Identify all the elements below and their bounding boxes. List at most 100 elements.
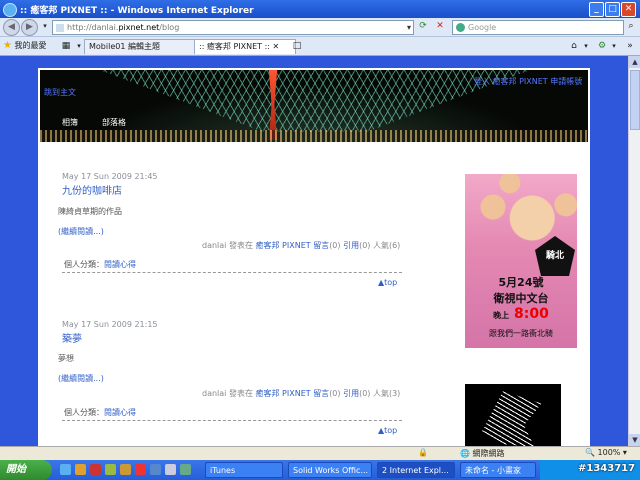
tools-dropdown-icon[interactable]: ▾ bbox=[608, 40, 620, 52]
quicklaunch-media-icon[interactable] bbox=[105, 464, 116, 475]
task-solidworks[interactable]: Solid Works Offic... bbox=[288, 462, 372, 478]
read-more-link[interactable]: (繼續閱讀...) bbox=[58, 226, 104, 237]
comments-count: (0) bbox=[329, 389, 341, 398]
meta-author: danlai 發表在 bbox=[202, 389, 253, 398]
url-domain: pixnet.net bbox=[118, 23, 160, 32]
post-excerpt: 夢想 bbox=[58, 354, 74, 363]
back-to-top-link[interactable]: ▲top bbox=[378, 278, 397, 287]
banner-lattice-graphic bbox=[100, 70, 530, 132]
url-path: /blog bbox=[159, 23, 180, 32]
search-input[interactable]: Google bbox=[452, 20, 624, 35]
banner-city-lights bbox=[40, 130, 588, 142]
ad-time-prefix: 晚上 bbox=[493, 311, 510, 320]
quick-tabs-icon[interactable]: ▦ bbox=[60, 40, 72, 52]
zone-indicator: 🌐 網際網路 bbox=[460, 449, 505, 458]
meta-author: danlai 發表在 bbox=[202, 241, 253, 250]
zoom-control[interactable]: 🔍 100% ▾ bbox=[585, 448, 627, 457]
task-paint[interactable]: 未命名 - 小畫家 bbox=[460, 462, 536, 478]
taskbar: 開始 iTunes Solid Works Offic... 2 Interne… bbox=[0, 460, 640, 480]
toolbar-more-icon[interactable]: » bbox=[624, 40, 636, 52]
tab-pixnet[interactable]: :: 癒客邦 PIXNET :: ✕ bbox=[194, 39, 296, 54]
tab-label: :: 癒客邦 PIXNET :: bbox=[199, 42, 270, 51]
start-button[interactable]: 開始 bbox=[0, 460, 52, 480]
divider bbox=[62, 272, 402, 273]
quicklaunch-desktop-icon[interactable] bbox=[165, 464, 176, 475]
quicklaunch-more-icon[interactable] bbox=[180, 464, 191, 475]
nav-blog[interactable]: 部落格 bbox=[102, 117, 126, 128]
post-excerpt: 陳綺貞草期的作品 bbox=[58, 207, 122, 216]
zoom-level: 100% bbox=[597, 448, 621, 457]
login-signup-links[interactable]: 登入 癒客邦 PIXNET 申請帳號 bbox=[474, 76, 582, 87]
history-dropdown-icon[interactable]: ▾ bbox=[38, 20, 52, 33]
quicklaunch-app-icon[interactable] bbox=[90, 464, 101, 475]
ad-channel: 衛視中文台 bbox=[493, 292, 549, 305]
favorites-label: 我的最愛 bbox=[14, 41, 47, 50]
page-viewport: 跳到主文 登入 癒客邦 PIXNET 申請帳號 相簿 部落格 May 17 Su… bbox=[0, 56, 628, 446]
task-itunes[interactable]: iTunes bbox=[205, 462, 283, 478]
quicklaunch-ie-icon[interactable] bbox=[60, 464, 71, 475]
meta-site-link[interactable]: 癒客邦 PIXNET bbox=[256, 389, 311, 398]
trackback-link[interactable]: 引用 bbox=[343, 241, 359, 250]
tab-bar: ★ 我的最愛 ▦ ▾ Mobile01 編輯主題 :: 癒客邦 PIXNET :… bbox=[0, 37, 640, 56]
ad-time: 晚上 8:00 bbox=[465, 306, 577, 322]
ad-date: 5月24號 bbox=[498, 276, 544, 289]
stop-icon[interactable]: ✕ bbox=[433, 20, 447, 33]
category-link[interactable]: 閱讀心得 bbox=[104, 408, 136, 417]
minimize-button[interactable]: _ bbox=[589, 2, 604, 17]
comments-count: (0) bbox=[329, 241, 341, 250]
close-button[interactable]: ✕ bbox=[621, 2, 636, 17]
scroll-up-icon[interactable]: ▲ bbox=[629, 56, 640, 68]
maximize-button[interactable]: □ bbox=[605, 2, 620, 17]
address-dropdown-icon[interactable]: ▾ bbox=[407, 21, 411, 34]
comments-link[interactable]: 留言 bbox=[313, 389, 329, 398]
tab-label: Mobile01 編輯主題 bbox=[89, 42, 160, 51]
scroll-thumb[interactable] bbox=[630, 70, 640, 130]
favorites-button[interactable]: ★ 我的最愛 bbox=[3, 40, 47, 51]
post-meta: danlai 發表在 癒客邦 PIXNET 留言(0) 引用(0) 人氣(3) bbox=[202, 388, 400, 399]
vertical-scrollbar[interactable]: ▲ ▼ bbox=[628, 56, 640, 446]
search-go-icon[interactable]: ⌕ bbox=[624, 20, 638, 33]
tools-icon[interactable]: ⚙ bbox=[596, 40, 608, 52]
nav-album[interactable]: 相簿 bbox=[62, 117, 78, 128]
home-dropdown-icon[interactable]: ▾ bbox=[580, 40, 592, 52]
scroll-down-icon[interactable]: ▼ bbox=[629, 434, 640, 446]
meta-site-link[interactable]: 癒客邦 PIXNET bbox=[256, 241, 311, 250]
quicklaunch-folder-icon[interactable] bbox=[75, 464, 86, 475]
sidebar-ad-banner[interactable]: 騎北 5月24號 衛視中文台 晚上 8:00 跟我們一路衝北騎 bbox=[465, 174, 577, 348]
skip-to-content-link[interactable]: 跳到主文 bbox=[44, 87, 76, 98]
post-title-link[interactable]: 九份的咖啡店 bbox=[62, 182, 122, 197]
task-internet-explorer[interactable]: 2 Internet Expl... bbox=[377, 462, 455, 478]
trackback-count: (0) bbox=[359, 389, 371, 398]
blog-page: 跳到主文 登入 癒客邦 PIXNET 申請帳號 相簿 部落格 May 17 Su… bbox=[38, 68, 590, 446]
forward-button[interactable]: ▶ bbox=[21, 19, 38, 36]
sidebar-butterfly-image[interactable] bbox=[465, 384, 561, 446]
address-input[interactable]: http://danlai.pixnet.net/blog ▾ bbox=[52, 20, 414, 35]
google-icon bbox=[456, 23, 465, 32]
trackback-count: (0) bbox=[359, 241, 371, 250]
blog-banner: 跳到主文 登入 癒客邦 PIXNET 申請帳號 相簿 部落格 bbox=[40, 70, 588, 142]
butterfly-graphic bbox=[482, 391, 542, 446]
ie-icon bbox=[3, 3, 17, 17]
quicklaunch-explorer-icon[interactable] bbox=[150, 464, 161, 475]
quicklaunch-office-icon[interactable] bbox=[120, 464, 131, 475]
comments-link[interactable]: 留言 bbox=[313, 241, 329, 250]
tab-mobile01[interactable]: Mobile01 編輯主題 bbox=[84, 39, 198, 54]
ad-tagline: 跟我們一路衝北騎 bbox=[489, 329, 553, 338]
post-title-link[interactable]: 築夢 bbox=[62, 330, 82, 345]
new-tab-icon[interactable]: □ bbox=[291, 40, 303, 52]
window-title: :: 癒客邦 PIXNET :: - Windows Internet Expl… bbox=[20, 6, 254, 16]
page-icon bbox=[56, 23, 64, 32]
read-more-link[interactable]: (繼續閱讀...) bbox=[58, 373, 104, 384]
post-category: 個人分類：閱讀心得 bbox=[64, 259, 136, 270]
back-to-top-link[interactable]: ▲top bbox=[378, 426, 397, 435]
address-toolbar: ◀ ▶ ▾ http://danlai.pixnet.net/blog ▾ ⟳ … bbox=[0, 18, 640, 37]
category-link[interactable]: 閱讀心得 bbox=[104, 260, 136, 269]
refresh-icon[interactable]: ⟳ bbox=[416, 20, 430, 33]
url-host: http://danlai. bbox=[67, 23, 119, 32]
trackback-link[interactable]: 引用 bbox=[343, 389, 359, 398]
quicklaunch-acrobat-icon[interactable] bbox=[135, 464, 146, 475]
zone-label: 網際網路 bbox=[472, 449, 505, 458]
post-date: May 17 Sun 2009 21:45 bbox=[62, 172, 158, 181]
home-icon[interactable]: ⌂ bbox=[568, 40, 580, 52]
back-button[interactable]: ◀ bbox=[3, 19, 20, 36]
